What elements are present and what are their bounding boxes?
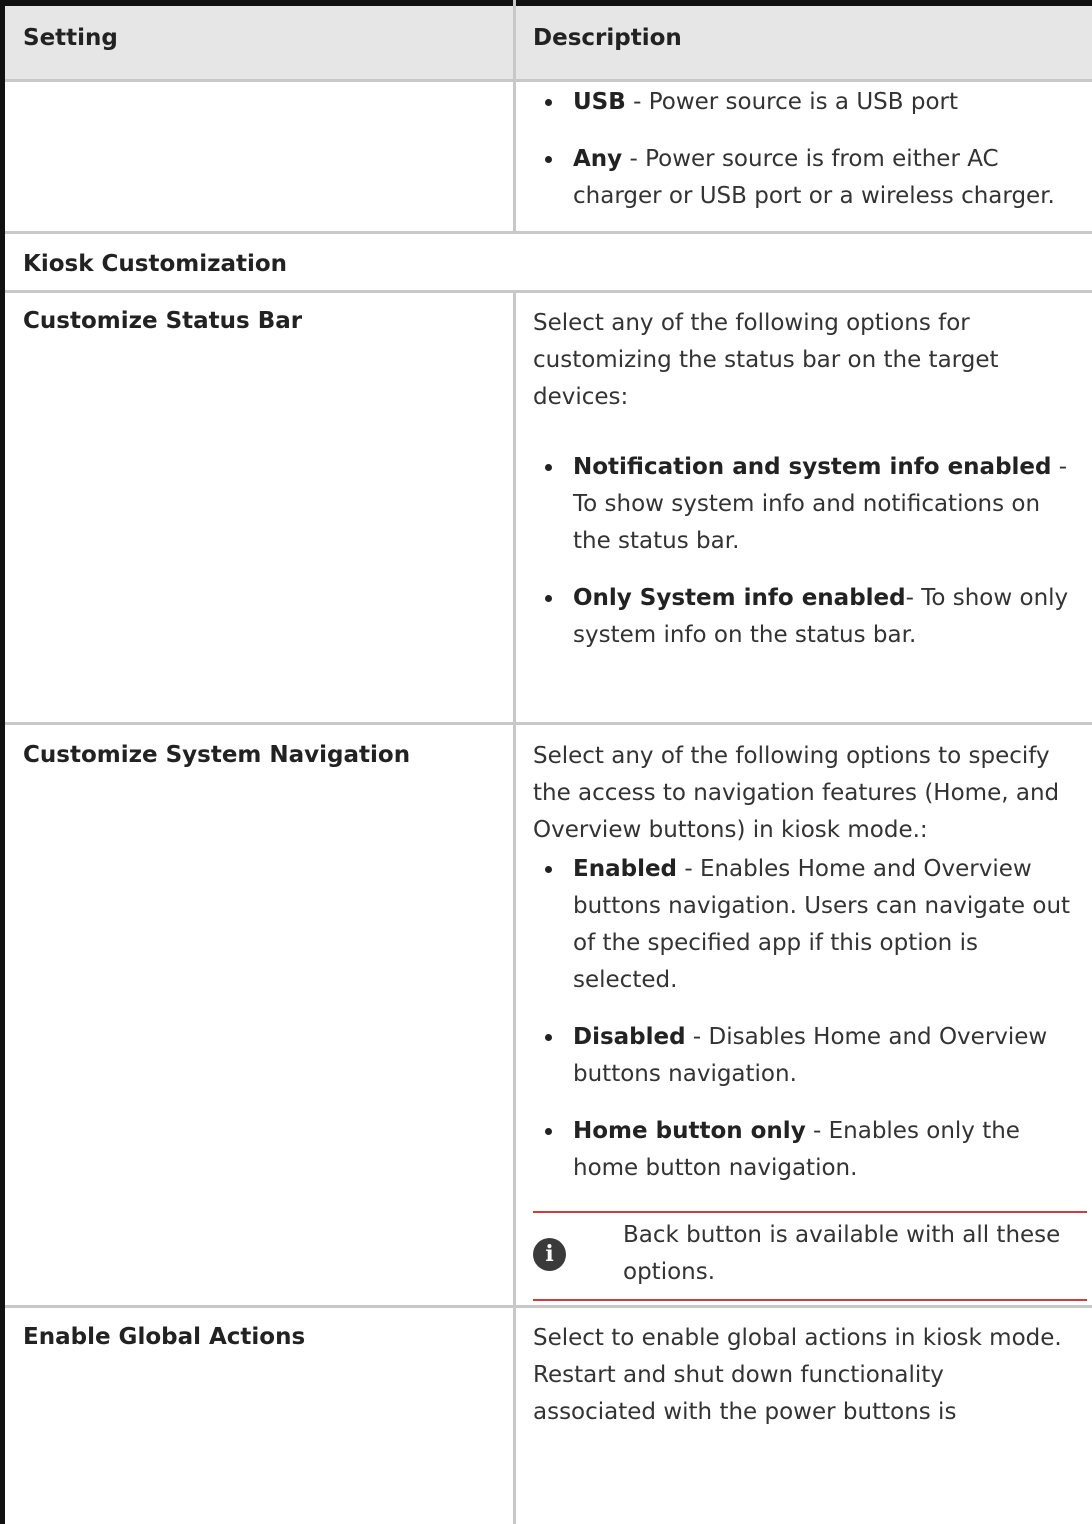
info-icon: i xyxy=(533,1238,566,1271)
list-item: Disabled - Disables Home and Overview bu… xyxy=(533,1019,1073,1093)
bullet-icon xyxy=(545,1034,552,1041)
bullet-icon xyxy=(545,464,552,471)
column-divider xyxy=(513,1308,516,1524)
system-navigation-options: Enabled - Enables Home and Overview butt… xyxy=(533,851,1073,1207)
bullet-icon xyxy=(545,1128,552,1135)
power-source-list: USB - Power source is a USB port Any - P… xyxy=(533,84,1073,235)
note-text: Back button is available with all these … xyxy=(623,1222,1061,1285)
bullet-icon xyxy=(545,156,552,163)
list-item: Enabled - Enables Home and Overview butt… xyxy=(533,851,1073,999)
bullet-icon xyxy=(545,866,552,873)
header-setting: Setting xyxy=(23,25,118,51)
list-item: Only System info enabled- To show only s… xyxy=(533,580,1073,654)
row-divider xyxy=(5,722,1092,725)
section-title: Kiosk Customization xyxy=(23,251,288,277)
system-navigation-intro: Select any of the following options to s… xyxy=(533,743,1060,843)
column-divider xyxy=(513,725,516,1305)
column-divider xyxy=(513,0,516,82)
bullet-icon xyxy=(545,99,552,106)
column-divider xyxy=(513,82,516,232)
list-item: USB - Power source is a USB port xyxy=(533,84,1073,121)
row-divider xyxy=(5,231,1092,234)
table-header: Setting Description xyxy=(5,0,1092,82)
column-divider xyxy=(513,293,516,723)
note-box: i Back button is available with all thes… xyxy=(533,1211,1087,1301)
setting-customize-status-bar: Customize Status Bar xyxy=(23,308,303,334)
list-item: Home button only - Enables only the home… xyxy=(533,1113,1073,1187)
header-description: Description xyxy=(533,25,682,51)
status-bar-options: Notification and system info enabled - T… xyxy=(533,449,1073,674)
list-item: Notification and system info enabled - T… xyxy=(533,449,1073,560)
settings-table: Setting Description USB - Power source i… xyxy=(0,0,1092,1524)
row-divider xyxy=(5,290,1092,293)
setting-enable-global-actions: Enable Global Actions xyxy=(23,1324,306,1350)
list-item: Any - Power source is from either AC cha… xyxy=(533,141,1073,215)
status-bar-intro: Select any of the following options for … xyxy=(533,310,999,410)
global-actions-description: Select to enable global actions in kiosk… xyxy=(533,1325,1062,1425)
row-divider xyxy=(5,1305,1092,1308)
bullet-icon xyxy=(545,595,552,602)
setting-customize-system-navigation: Customize System Navigation xyxy=(23,742,411,768)
